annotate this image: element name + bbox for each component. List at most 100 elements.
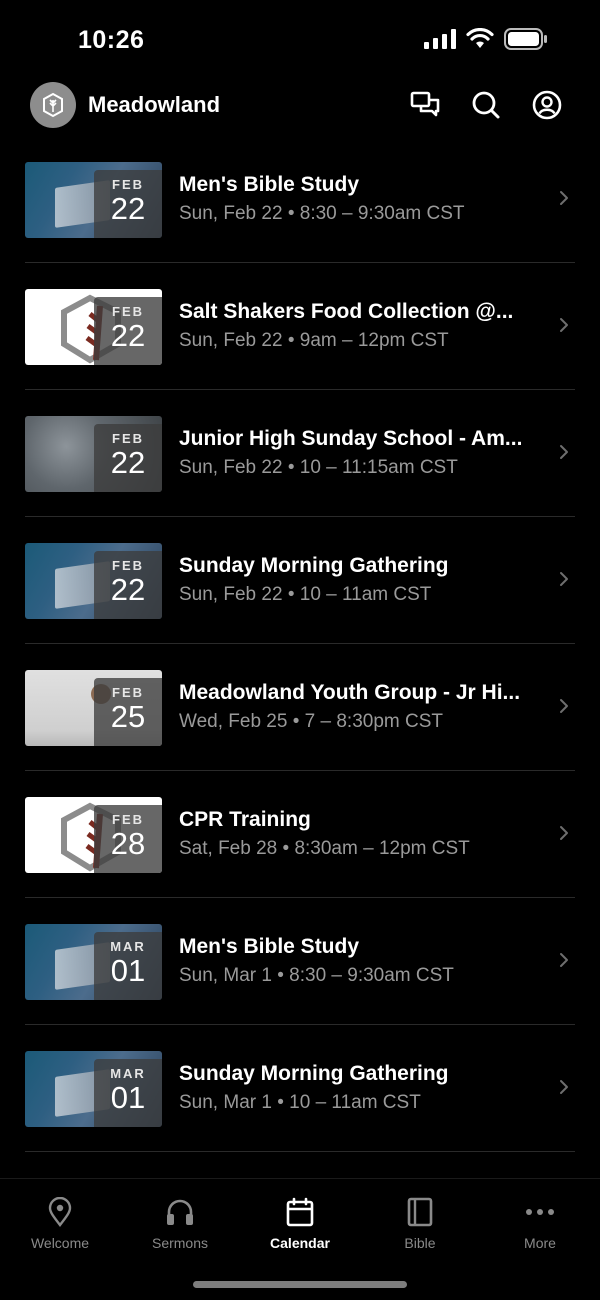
event-date: Sun, Mar 1 bbox=[179, 1092, 272, 1113]
event-title: Salt Shakers Food Collection @... bbox=[179, 300, 514, 323]
home-indicator bbox=[193, 1281, 407, 1288]
chevron-right-icon bbox=[560, 699, 568, 713]
status-icons bbox=[424, 28, 548, 50]
event-title: Sunday Morning Gathering bbox=[179, 1062, 449, 1085]
event-month: MAR bbox=[110, 939, 146, 954]
event-day: 22 bbox=[110, 318, 146, 353]
more-dots-icon bbox=[526, 1209, 554, 1215]
headphones-icon bbox=[167, 1199, 193, 1225]
battery-icon bbox=[504, 28, 547, 50]
tab-label: More bbox=[524, 1235, 556, 1251]
event-thumbnail: FEB 22 bbox=[25, 543, 162, 619]
tab-more[interactable]: More bbox=[480, 1193, 600, 1251]
chevron-right-icon bbox=[560, 1080, 568, 1094]
event-day: 22 bbox=[110, 191, 146, 226]
event-time: 8:30 – 9:30am CST bbox=[299, 203, 465, 224]
event-meta: Sat, Feb 28 • 8:30am – 12pm CST bbox=[179, 838, 551, 860]
messages-button[interactable] bbox=[408, 88, 442, 122]
chevron-right-icon bbox=[560, 572, 568, 586]
event-date-badge: FEB 22 bbox=[94, 551, 162, 619]
event-meta: Sun, Mar 1 • 10 – 11am CST bbox=[179, 1092, 551, 1114]
church-logo-avatar[interactable] bbox=[30, 82, 76, 128]
chevron-right-icon bbox=[560, 318, 568, 332]
event-title: Men's Bible Study bbox=[179, 173, 360, 196]
event-list-item[interactable]: FEB 22 Salt Shakers Food Collection @... Su… bbox=[25, 263, 575, 390]
event-date: Sun, Feb 22 bbox=[179, 330, 283, 351]
tab-calendar[interactable]: Calendar bbox=[240, 1193, 360, 1251]
event-list-item[interactable]: FEB 28 CPR Training Sat, Feb 28 • 8:30am – … bbox=[25, 771, 575, 898]
event-list[interactable]: FEB 22 Men's Bible Study Sun, Feb 22 • 8:30… bbox=[0, 136, 600, 1176]
event-list-item-partial[interactable] bbox=[25, 1152, 575, 1176]
event-month: FEB bbox=[112, 304, 144, 319]
tab-label: Bible bbox=[404, 1235, 436, 1251]
event-date-badge: FEB 28 bbox=[94, 805, 162, 873]
meta-separator: • bbox=[277, 965, 284, 986]
status-bar: 10:26 bbox=[0, 0, 600, 80]
chevron-right-icon bbox=[560, 826, 568, 840]
meta-separator: • bbox=[287, 330, 295, 351]
event-day: 01 bbox=[110, 1080, 146, 1115]
event-time: 7 – 8:30pm CST bbox=[304, 711, 443, 732]
event-date: Sun, Mar 1 bbox=[179, 965, 272, 986]
profile-button[interactable] bbox=[530, 88, 564, 122]
meta-separator: • bbox=[292, 711, 300, 732]
meta-separator: • bbox=[287, 457, 295, 478]
event-title: Men's Bible Study bbox=[179, 935, 360, 958]
event-date-badge: FEB 22 bbox=[94, 170, 162, 238]
meta-separator: • bbox=[277, 1092, 284, 1113]
event-list-item[interactable]: FEB 25 Meadowland Youth Group - Jr Hi... We… bbox=[25, 644, 575, 771]
event-meta: Sun, Mar 1 • 8:30 – 9:30am CST bbox=[179, 965, 551, 987]
cellular-signal-icon bbox=[424, 29, 456, 49]
event-day: 28 bbox=[110, 826, 146, 861]
event-thumbnail: FEB 25 bbox=[25, 670, 162, 746]
event-title: Junior High Sunday School - Am... bbox=[179, 427, 523, 450]
event-list-item[interactable]: FEB 22 Men's Bible Study Sun, Feb 22 • 8:30… bbox=[25, 136, 575, 263]
app-header: Meadowland bbox=[0, 80, 600, 136]
event-list-item[interactable]: MAR 01 Sunday Morning Gathering Sun, Mar 1 … bbox=[25, 1025, 575, 1152]
wheat-logo-icon bbox=[43, 92, 63, 118]
event-meta: Sun, Feb 22 • 10 – 11:15am CST bbox=[179, 457, 551, 479]
event-thumbnail: FEB 22 bbox=[25, 416, 162, 492]
event-thumbnail: MAR 01 bbox=[25, 924, 162, 1000]
event-month: FEB bbox=[112, 685, 144, 700]
event-month: FEB bbox=[112, 812, 144, 827]
event-meta: Sun, Feb 22 • 8:30 – 9:30am CST bbox=[179, 203, 551, 225]
wifi-icon bbox=[466, 28, 494, 48]
event-time: 10 – 11am CST bbox=[299, 584, 432, 605]
status-time: 10:26 bbox=[78, 26, 145, 54]
search-icon bbox=[472, 91, 500, 119]
location-pin-icon bbox=[48, 1197, 72, 1227]
event-list-item[interactable]: MAR 01 Men's Bible Study Sun, Mar 1 • 8:30 … bbox=[25, 898, 575, 1025]
event-date: Sun, Feb 22 bbox=[179, 584, 283, 605]
search-button[interactable] bbox=[469, 88, 503, 122]
event-date-badge: FEB 22 bbox=[94, 297, 162, 365]
tab-welcome[interactable]: Welcome bbox=[0, 1193, 120, 1251]
event-time: 10 – 11am CST bbox=[289, 1092, 421, 1113]
event-date-badge: MAR 01 bbox=[94, 1059, 162, 1127]
event-meta: Sun, Feb 22 • 9am – 12pm CST bbox=[179, 330, 551, 352]
event-time: 8:30 – 9:30am CST bbox=[289, 965, 454, 986]
event-time: 10 – 11:15am CST bbox=[299, 457, 458, 478]
event-list-item[interactable]: FEB 22 Junior High Sunday School - Am... Su… bbox=[25, 390, 575, 517]
event-thumbnail: MAR 01 bbox=[25, 1051, 162, 1127]
meta-separator: • bbox=[287, 203, 295, 224]
event-date-badge: MAR 01 bbox=[94, 932, 162, 1000]
profile-icon bbox=[532, 90, 562, 120]
calendar-icon bbox=[286, 1197, 314, 1227]
event-title: Sunday Morning Gathering bbox=[179, 554, 449, 577]
event-meta: Sun, Feb 22 • 10 – 11am CST bbox=[179, 584, 551, 606]
tab-sermons[interactable]: Sermons bbox=[120, 1193, 240, 1251]
tab-label: Welcome bbox=[30, 1235, 90, 1251]
event-time: 8:30am – 12pm CST bbox=[294, 838, 470, 859]
event-time: 9am – 12pm CST bbox=[299, 330, 449, 351]
book-icon bbox=[407, 1197, 433, 1227]
event-day: 22 bbox=[110, 572, 146, 607]
event-date-badge: FEB 22 bbox=[94, 424, 162, 492]
event-thumbnail: FEB 22 bbox=[25, 289, 162, 365]
event-date: Sun, Feb 22 bbox=[179, 457, 283, 478]
event-list-item[interactable]: FEB 22 Sunday Morning Gathering Sun, Feb 22… bbox=[25, 517, 575, 644]
event-day: 22 bbox=[110, 445, 146, 480]
event-month: MAR bbox=[110, 1066, 146, 1081]
tab-bible[interactable]: Bible bbox=[360, 1193, 480, 1251]
event-meta: Wed, Feb 25 • 7 – 8:30pm CST bbox=[179, 711, 551, 733]
